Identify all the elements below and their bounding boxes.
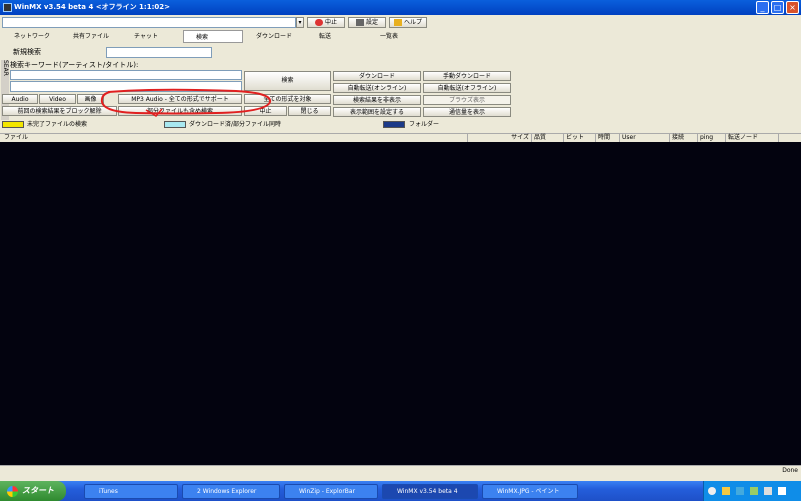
taskbar-explorer[interactable]: 2 Windows Explorer [182, 484, 280, 499]
taskbar-itunes[interactable]: iTunes [84, 484, 178, 499]
new-search-button[interactable]: 新規検索 [3, 47, 103, 57]
tray-icon-3[interactable] [736, 487, 744, 495]
tray-icon-4[interactable] [750, 487, 758, 495]
keyword-label: 検索キーワード(アーティスト/タイトル): [10, 61, 139, 69]
tab-transfers[interactable]: 転送 [307, 30, 367, 43]
browse-button[interactable]: ブラウズ表示 [423, 95, 511, 105]
video-filter[interactable]: Video [39, 94, 76, 104]
taskbar-paint[interactable]: WinMX.JPG - ペイント [482, 484, 578, 499]
taskbar-winmx[interactable]: WinMX v3.54 beta 4 [382, 484, 478, 499]
col-size[interactable]: サイズ [468, 133, 532, 142]
help-button[interactable]: ヘルプ [389, 17, 427, 28]
help-icon [393, 19, 402, 26]
col-time[interactable]: 時間 [596, 133, 620, 142]
traffic-button[interactable]: 通信量を表示 [423, 107, 511, 117]
manual-download-button[interactable]: 手動ダウンロード [423, 71, 511, 81]
settings-icon [355, 19, 364, 26]
status-bar [0, 465, 801, 481]
hide-results-button[interactable]: 検索結果を非表示 [333, 95, 421, 105]
download-button[interactable]: ダウンロード [333, 71, 421, 81]
windows-logo-icon [7, 486, 18, 497]
minimize-icon[interactable]: _ [756, 1, 769, 14]
tray-icon-5[interactable] [764, 487, 772, 495]
tab-search[interactable]: 検索 [183, 30, 243, 43]
legend-swatch-blue [383, 121, 405, 128]
legend-label-2: ダウンロード済/部分ファイル同時 [189, 121, 282, 128]
tab-downloads[interactable]: ダウンロード [244, 30, 306, 43]
auto-offline-button[interactable]: 自動転送(オフライン) [423, 83, 511, 93]
search-tab-field[interactable] [106, 47, 212, 58]
title-bar: WinMX v3.54 beta 4 <オフライン 1:1:02> [0, 0, 801, 15]
auto-online-button[interactable]: 自動転送(オンライン) [333, 83, 421, 93]
app-icon [3, 3, 12, 12]
address-field[interactable] [2, 17, 296, 28]
col-connection[interactable]: 接続 [670, 133, 698, 142]
dropdown-button[interactable]: ▾ [296, 17, 304, 28]
tray-icon-6[interactable] [778, 487, 786, 495]
results-list[interactable] [0, 142, 801, 465]
stop-icon [314, 19, 323, 26]
stop-button[interactable]: 中止 [307, 17, 345, 28]
annotation-circle [100, 88, 272, 117]
tab-chat[interactable]: チャット [122, 30, 182, 43]
legend-swatch-cyan [164, 121, 186, 128]
taskbar-winzip[interactable]: WinZip - ExplorBar [284, 484, 378, 499]
display-range-button[interactable]: 表示範囲を設定する [333, 107, 421, 117]
col-file[interactable]: ファイル [2, 133, 468, 142]
legend-label-3: フォルダー [409, 121, 440, 128]
close-search-button[interactable]: 閉じる [288, 106, 331, 116]
audio-filter[interactable]: Audio [2, 94, 38, 104]
col-bitrate[interactable]: ビット [564, 133, 596, 142]
col-user[interactable]: User [620, 133, 670, 142]
col-quality[interactable]: 品質 [532, 133, 564, 142]
settings-button[interactable]: 設定 [348, 17, 386, 28]
col-node[interactable]: 転送ノード [726, 133, 779, 142]
tray-icon-2[interactable] [722, 487, 730, 495]
window-title: WinMX v3.54 beta 4 <オフライン 1:1:02> [14, 3, 170, 11]
maximize-icon[interactable]: □ [771, 1, 784, 14]
legend-label-1: 未完了ファイルの検索 [27, 121, 88, 128]
tab-shared-files[interactable]: 共有ファイル [61, 30, 121, 43]
close-icon[interactable]: × [786, 1, 799, 14]
tab-network[interactable]: ネットワーク [2, 30, 60, 43]
tab-list[interactable]: 一覧表 [368, 30, 428, 43]
legend-swatch-yellow [2, 121, 24, 128]
keyword-input[interactable] [10, 70, 242, 80]
status-text: Done [782, 467, 798, 474]
tray-icon-1[interactable] [708, 487, 716, 495]
col-ping[interactable]: ping [698, 133, 726, 142]
